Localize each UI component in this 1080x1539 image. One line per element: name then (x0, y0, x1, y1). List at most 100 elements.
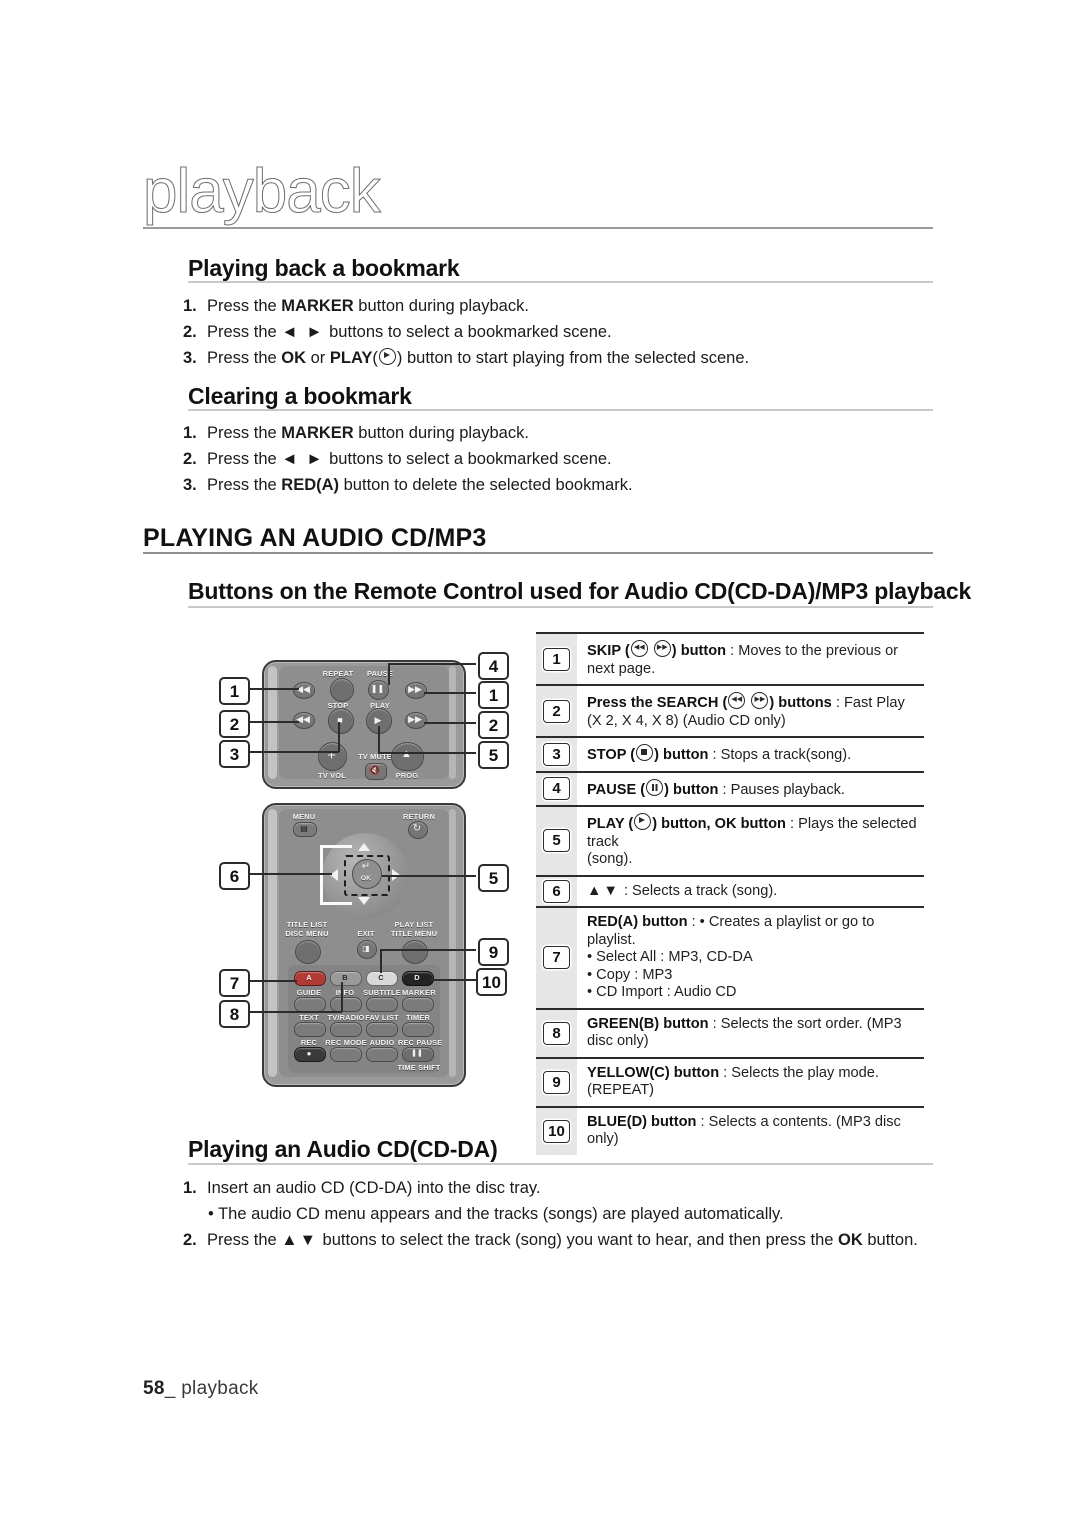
diagram-callout-right-5: 5 (478, 864, 509, 892)
pause-icon: ❚❚ (411, 1050, 423, 1057)
heading-clearing-bookmark: Clearing a bookmark (188, 383, 412, 409)
heading-divider (188, 606, 933, 608)
legend-badge-cell: 7 (536, 908, 577, 1008)
bullet-item: • The audio CD menu appears and the trac… (208, 1205, 784, 1223)
legend-description: BLUE(D) button : Selects a contents. (MP… (577, 1108, 924, 1155)
legend-line: PAUSE () button : Pauses playback. (587, 778, 918, 800)
leader-line (380, 949, 382, 973)
pause-round-icon (646, 778, 664, 796)
key-label-subtitle: SUBTITLE (363, 988, 401, 997)
legend-text: • Select All : MP3, CD-DA (587, 949, 753, 965)
step-item: 2. Press the ◄ ► buttons to select a book… (183, 323, 612, 341)
play-round-icon (378, 348, 396, 365)
legend-line: YELLOW(C) button : Selects the play mode… (587, 1065, 918, 1100)
legend-text: : Fast Play (831, 695, 905, 711)
skip-next-icon: ▶▶ (408, 684, 422, 694)
repeat-key[interactable] (330, 678, 354, 702)
skip-prev-icon: ◀◀ (630, 640, 648, 657)
legend-badge-cell: 10 (536, 1108, 577, 1155)
legend-text: • CD Import : Audio CD (587, 984, 737, 1000)
dpad-up-arrow-icon[interactable] (358, 843, 370, 851)
tv-radio-key[interactable] (330, 1022, 362, 1037)
legend-strong-text (746, 695, 750, 711)
diagram-callout-left-7: 7 (219, 969, 250, 997)
search-back-icon: ◀◀ (728, 692, 746, 709)
legend-badge-cell: 2 (536, 686, 577, 736)
dpad-down-arrow-icon[interactable] (358, 897, 370, 905)
legend-badge-cell: 3 (536, 738, 577, 771)
legend-row: 3 STOP () button : Stops a track(song). (536, 738, 924, 773)
key-label-menu: MENU (292, 812, 316, 821)
diagram-callout-left-8: 8 (219, 1000, 250, 1028)
title-divider (143, 227, 933, 229)
panel-edge-left (268, 809, 277, 1077)
leader-line (338, 722, 340, 752)
legend-description: PLAY () button, OK button : Plays the se… (577, 807, 924, 875)
footer-underscore: _ (164, 1378, 182, 1399)
text-key[interactable] (294, 1022, 326, 1037)
subtitle-key[interactable] (366, 997, 398, 1012)
legend-description: PAUSE () button : Pauses playback. (577, 773, 924, 806)
step-item: 2. Press the ▲▼ buttons to select the tra… (183, 1231, 918, 1249)
legend-strong-text: SKIP ( (587, 643, 630, 659)
color-key-label-a: A (306, 973, 312, 982)
step-item: 3. Press the RED(A) button to delete the … (183, 476, 633, 494)
legend-text: (X 2, X 4, X 8) (Audio CD only) (587, 712, 786, 729)
leader-line (247, 721, 299, 723)
step-item: 3. Press the OK or PLAY() button to start… (183, 348, 750, 367)
legend-number-badge: 2 (543, 699, 570, 723)
mute-icon: 🔇 (369, 765, 381, 775)
legend-line: GREEN(B) button : Selects the sort order… (587, 1016, 918, 1051)
guide-key[interactable] (294, 997, 326, 1012)
legend-line: (X 2, X 4, X 8) (Audio CD only) (587, 713, 918, 731)
legend-description: YELLOW(C) button : Selects the play mode… (577, 1059, 924, 1106)
legend-row: 1 SKIP (◀◀ ▶▶) button : Moves to the prev… (536, 634, 924, 686)
legend-line: • Select All : MP3, CD-DA (587, 949, 918, 967)
step-item: 2. Press the ◄ ► buttons to select a book… (183, 450, 612, 468)
key-label-return: RETURN (403, 812, 435, 821)
legend-row: 7 RED(A) button : • Creates a playlist or… (536, 908, 924, 1010)
timer-key[interactable] (402, 1022, 434, 1037)
legend-line: RED(A) button : • Creates a playlist or … (587, 914, 918, 949)
legend-badge-cell: 8 (536, 1010, 577, 1057)
leader-line (424, 722, 476, 724)
key-label-exit: EXIT (357, 929, 375, 938)
manual-page: playback Playing back a bookmark 1. Press… (0, 0, 1080, 1539)
footer-label: playback (181, 1378, 259, 1399)
search-back-icon: ◀◀ (296, 714, 310, 724)
legend-strong-text: RED(A) button (587, 914, 688, 930)
legend-text: • Copy : MP3 (587, 966, 673, 983)
key-label-tv-radio: TV/RADIO (327, 1013, 365, 1022)
color-key-label-d: D (414, 973, 420, 982)
fav-list-key[interactable] (366, 1022, 398, 1037)
key-label-guide: GUIDE (296, 988, 322, 997)
rec-mode-key[interactable] (330, 1047, 362, 1062)
leader-line (430, 979, 476, 981)
leader-line (247, 688, 299, 690)
legend-row: 6 ▲▼ : Selects a track (song). (536, 876, 924, 908)
menu-icon: ▤ (300, 823, 308, 833)
marker-key[interactable] (402, 997, 434, 1012)
legend-strong-text: GREEN(B) button (587, 1015, 709, 1032)
legend-text: ▲▼ (587, 882, 620, 899)
audio-key[interactable] (366, 1047, 398, 1062)
heading-divider (143, 552, 933, 554)
title-list-disc-menu-key[interactable] (295, 940, 321, 964)
diagram-callout-right-4: 4 (478, 652, 509, 680)
leader-line (247, 980, 297, 982)
key-label-fav-list: FAV LIST (365, 1013, 399, 1022)
footer-page-number: 58 (143, 1378, 165, 1399)
chevron-up-icon: ▲ (391, 744, 422, 764)
plus-icon: + (327, 747, 336, 764)
dpad-left-arrow-icon[interactable] (330, 869, 338, 881)
play-list-title-menu-key[interactable] (402, 940, 428, 964)
info-key[interactable] (330, 997, 362, 1012)
key-label-marker: MARKER (402, 988, 436, 997)
key-label-disc-menu: DISC MENU (285, 929, 329, 938)
legend-strong-text (649, 643, 653, 659)
key-label-audio: AUDIO (369, 1038, 395, 1047)
key-label-info: INFO (335, 988, 355, 997)
pause-icon: ❚❚ (370, 684, 385, 693)
legend-description: ▲▼ : Selects a track (song). (577, 877, 924, 907)
legend-text: : Pauses playback. (718, 781, 845, 798)
